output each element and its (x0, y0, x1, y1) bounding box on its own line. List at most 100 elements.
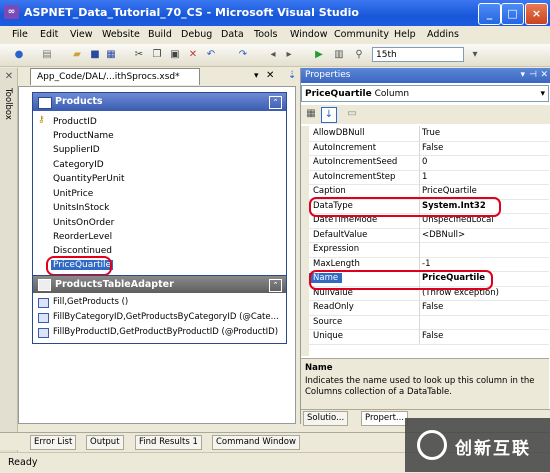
method-fillbyproductid[interactable]: FillByProductID,GetProductByProductID (@… (53, 327, 278, 337)
redo-icon[interactable]: ↷ (236, 48, 250, 62)
close-button[interactable]: × (525, 3, 548, 25)
menu-help[interactable]: Help (394, 29, 416, 40)
open-icon[interactable]: ▰ (70, 48, 84, 62)
menu-addins[interactable]: Addins (427, 29, 459, 40)
toolbox-label[interactable]: Toolbox (3, 88, 13, 120)
property-value[interactable]: -1 (422, 259, 430, 269)
property-row[interactable]: DefaultValue <DBNull> (301, 227, 549, 243)
column-discontinued[interactable]: Discontinued (53, 246, 112, 256)
tab-solution-explorer[interactable]: Solutio... (303, 411, 349, 426)
menu-build[interactable]: Build (148, 29, 172, 40)
property-row[interactable]: AutoIncrement False (301, 140, 549, 156)
tab-find-results[interactable]: Find Results 1 (135, 435, 202, 450)
column-quantityperunit[interactable]: QuantityPerUnit (53, 174, 125, 184)
property-value[interactable]: False (422, 143, 443, 153)
property-value[interactable]: False (422, 331, 443, 341)
property-name: AllowDBNull (313, 128, 365, 138)
watermark-icon (417, 430, 447, 460)
find-icon[interactable]: ⚲ (352, 48, 366, 62)
tab-error-list[interactable]: Error List (30, 435, 77, 450)
method-fill[interactable]: Fill,GetProducts () (53, 297, 128, 307)
toolbox-strip[interactable]: ✕ Toolbox (0, 68, 18, 458)
maximize-button[interactable]: □ (501, 3, 524, 25)
column-unitsinstock[interactable]: UnitsInStock (53, 203, 109, 213)
delete-icon[interactable]: ✕ (186, 48, 200, 62)
cut-icon[interactable]: ✂ (132, 48, 146, 62)
property-row[interactable]: ReadOnly False (301, 300, 549, 316)
tab-list-icon[interactable]: ⇣ (288, 70, 296, 81)
copy-icon[interactable]: ❐ (150, 48, 164, 62)
tab-command-window[interactable]: Command Window (212, 435, 300, 450)
column-categoryid[interactable]: CategoryID (53, 160, 104, 170)
start-debugging-icon[interactable]: ▶ (312, 48, 326, 62)
property-value[interactable]: False (422, 302, 443, 312)
close-properties-icon[interactable]: ✕ (540, 68, 548, 83)
menu-file[interactable]: File (12, 29, 28, 40)
menu-data[interactable]: Data (221, 29, 244, 40)
property-value[interactable]: <DBNull> (422, 230, 465, 240)
tab-dataset-designer[interactable]: App_Code/DAL/...ithSprocs.xsd* (30, 68, 200, 85)
menu-website[interactable]: Website (102, 29, 140, 40)
save-icon[interactable]: ■ (88, 48, 102, 62)
menu-window[interactable]: Window (290, 29, 327, 40)
menu-tools[interactable]: Tools (254, 29, 277, 40)
menu-debug[interactable]: Debug (181, 29, 212, 40)
undo-icon[interactable]: ↶ (204, 48, 218, 62)
method-fillbycategoryid[interactable]: FillByCategoryID,GetProductsByCategoryID… (53, 312, 279, 322)
property-row[interactable]: AutoIncrementStep 1 (301, 169, 549, 185)
collapse-icon[interactable]: ⌃ (269, 96, 282, 109)
column-reorderlevel[interactable]: ReorderLevel (53, 232, 112, 242)
window-title: ASPNET_Data_Tutorial_70_CS - Microsoft V… (24, 6, 359, 19)
property-row[interactable]: AllowDBNull True (301, 126, 549, 142)
menu-view[interactable]: View (70, 29, 93, 40)
property-pages-icon[interactable]: ▭ (345, 107, 359, 121)
dropdown-arrow-icon[interactable]: ▾ (468, 48, 482, 62)
property-row[interactable]: Unique False (301, 329, 549, 345)
query-icon (38, 313, 49, 323)
column-productname[interactable]: ProductName (53, 131, 114, 141)
property-value[interactable]: 1 (422, 172, 427, 182)
datatable-header[interactable]: Products ⌃ (33, 93, 286, 111)
build-icon[interactable]: ▥ (332, 48, 346, 62)
property-value[interactable]: PriceQuartile (422, 186, 477, 196)
minimize-button[interactable]: _ (478, 3, 501, 25)
window-dropdown-icon[interactable]: ▾ (520, 68, 525, 83)
chevron-down-icon[interactable]: ▾ (540, 86, 545, 102)
column-unitsonorder[interactable]: UnitsOnOrder (53, 218, 114, 228)
menu-edit[interactable]: Edit (40, 29, 58, 40)
tab-dropdown-icon[interactable]: ▾ (254, 71, 259, 81)
navigate-back-icon[interactable]: ◂ (266, 48, 280, 62)
save-all-icon[interactable]: ▦ (104, 48, 118, 62)
properties-title: Properties (305, 70, 351, 80)
products-tableadapter[interactable]: ProductsTableAdapter ⌃ Fill,GetProducts … (32, 275, 287, 344)
table-icon (38, 97, 52, 109)
new-project-icon[interactable]: ● (12, 48, 26, 62)
column-productid[interactable]: ProductID (53, 117, 97, 127)
paste-icon[interactable]: ▣ (168, 48, 182, 62)
alphabetical-icon[interactable]: ↓ (321, 107, 337, 123)
close-document-icon[interactable]: ✕ (266, 70, 274, 81)
tab-properties[interactable]: Propert... (361, 411, 409, 426)
query-icon (38, 298, 49, 308)
menu-community[interactable]: Community (334, 29, 389, 40)
tableadapter-header[interactable]: ProductsTableAdapter ⌃ (33, 276, 286, 293)
property-row[interactable]: Source (301, 314, 549, 330)
navigate-forward-icon[interactable]: ▸ (282, 48, 296, 62)
tableadapter-name: ProductsTableAdapter (55, 279, 174, 290)
datatype-highlight (309, 197, 501, 217)
property-row[interactable]: AutoIncrementSeed 0 (301, 155, 549, 171)
categorized-icon[interactable]: ▦ (304, 107, 318, 121)
property-value[interactable]: 0 (422, 157, 427, 167)
add-item-icon[interactable]: ▤ (40, 48, 54, 62)
tab-output[interactable]: Output (86, 435, 124, 450)
find-combo[interactable]: 15th (372, 47, 464, 62)
property-value[interactable]: True (422, 128, 440, 138)
object-selector[interactable]: PriceQuartile Column ▾ (301, 85, 549, 102)
autohide-pin-icon[interactable]: ⊣ (529, 68, 537, 83)
collapse-adapter-icon[interactable]: ⌃ (269, 279, 282, 292)
property-row[interactable]: Expression (301, 242, 549, 258)
column-unitprice[interactable]: UnitPrice (53, 189, 93, 199)
tableadapter-icon (38, 279, 51, 291)
column-supplierid[interactable]: SupplierID (53, 145, 100, 155)
primary-key-icon: ⚷ (38, 115, 45, 125)
